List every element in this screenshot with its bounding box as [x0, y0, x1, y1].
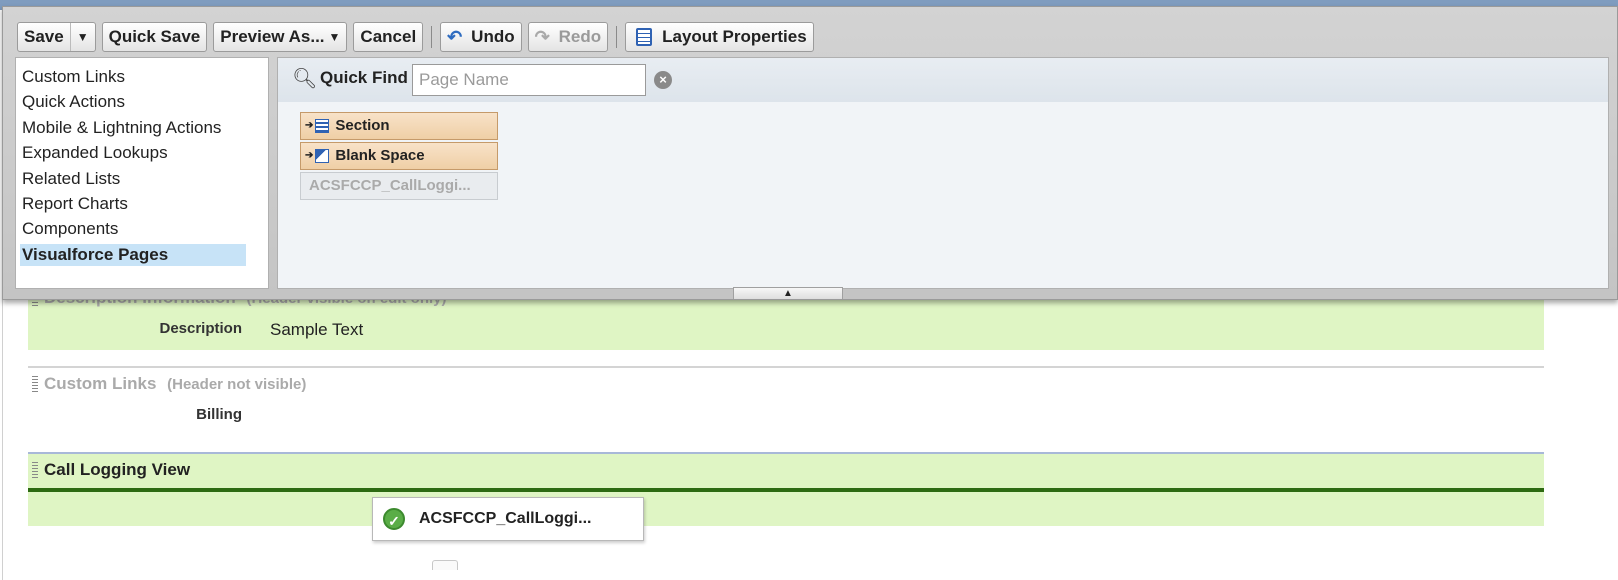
- palette-items-area: 🔍︎ Quick Find × ➔ Section ➔ Blank Space …: [277, 57, 1609, 289]
- palette-item-label: Section: [335, 117, 390, 134]
- undo-label: Undo: [471, 27, 515, 46]
- chevron-down-icon[interactable]: ▼: [71, 30, 95, 44]
- category-visualforce-pages[interactable]: Visualforce Pages: [20, 244, 246, 266]
- preview-as-label: Preview As...: [220, 27, 325, 46]
- section-subtitle: (Header not visible): [167, 376, 307, 393]
- category-related-lists[interactable]: Related Lists: [20, 168, 246, 190]
- category-mobile-lightning-actions[interactable]: Mobile & Lightning Actions: [20, 117, 246, 139]
- palette-item-label: Blank Space: [335, 147, 425, 164]
- search-icon: 🔍︎: [292, 68, 318, 90]
- undo-button[interactable]: ↶ Undo: [440, 22, 522, 52]
- category-custom-links[interactable]: Custom Links: [20, 66, 246, 88]
- quick-find-input[interactable]: [412, 64, 646, 96]
- palette-item-blank-space[interactable]: ➔ Blank Space: [300, 142, 498, 170]
- layout-properties-icon: [636, 28, 653, 46]
- toolbar-separator: [616, 26, 618, 48]
- save-button[interactable]: Save ▼: [17, 22, 96, 52]
- section-divider: [28, 488, 1544, 492]
- section-title: Call Logging View: [44, 460, 191, 479]
- palette-item-section[interactable]: ➔ Section: [300, 112, 498, 140]
- quick-find-label: Quick Find: [320, 68, 408, 87]
- palette-toolbar: Save ▼ Quick Save Preview As... ▼ Cancel…: [17, 20, 820, 54]
- section-call-logging-view[interactable]: Call Logging View: [28, 452, 1544, 526]
- section-title-text: Custom Links: [44, 374, 157, 393]
- redo-icon: ↷: [534, 27, 550, 47]
- field-label-description: Description: [159, 320, 242, 337]
- clear-search-icon[interactable]: ×: [654, 71, 672, 89]
- section-custom-links[interactable]: Custom Links (Header not visible) Billin…: [28, 366, 1544, 448]
- drag-arrow-icon: ➔: [305, 150, 314, 161]
- quick-find-bar: 🔍︎ Quick Find ×: [278, 58, 1608, 102]
- layout-palette: Save ▼ Quick Save Preview As... ▼ Cancel…: [2, 6, 1618, 300]
- collapse-palette-handle[interactable]: ▲: [733, 287, 843, 299]
- category-report-charts[interactable]: Report Charts: [20, 193, 246, 215]
- redo-label: Redo: [558, 27, 602, 46]
- quick-save-button[interactable]: Quick Save: [101, 22, 208, 52]
- category-expanded-lookups[interactable]: Expanded Lookups: [20, 142, 246, 164]
- chevron-down-icon: ▼: [328, 30, 341, 44]
- drag-arrow-icon: ➔: [305, 120, 314, 131]
- canvas-border: [2, 290, 3, 580]
- layout-properties-label: Layout Properties: [662, 27, 807, 46]
- undo-icon: ↶: [447, 27, 463, 47]
- drag-handle-icon[interactable]: [32, 462, 38, 480]
- field-value-description: Sample Text: [270, 320, 364, 339]
- toolbar-separator: [431, 26, 433, 48]
- layout-properties-button[interactable]: Layout Properties: [625, 22, 814, 52]
- visualforce-page-item[interactable]: ✓ ACSFCCP_CallLoggi...: [372, 497, 644, 541]
- palette-item-vf-page: ACSFCCP_CallLoggi...: [300, 172, 498, 200]
- palette-category-list: Custom Links Quick Actions Mobile & Ligh…: [15, 57, 269, 289]
- save-button-label[interactable]: Save: [18, 23, 71, 51]
- field-stub: [432, 560, 458, 570]
- custom-link-billing[interactable]: Billing: [42, 406, 242, 423]
- redo-button[interactable]: ↷ Redo: [527, 22, 609, 52]
- section-title: Custom Links (Header not visible): [44, 374, 306, 394]
- drag-handle-icon[interactable]: [32, 376, 38, 394]
- category-quick-actions[interactable]: Quick Actions: [20, 91, 246, 113]
- preview-as-button[interactable]: Preview As... ▼: [213, 22, 348, 52]
- cancel-button[interactable]: Cancel: [353, 22, 424, 52]
- blank-space-icon: [315, 149, 330, 163]
- section-icon: [315, 119, 330, 133]
- visualforce-page-label: ACSFCCP_CallLoggi...: [419, 510, 592, 527]
- checkmark-icon: ✓: [383, 508, 405, 530]
- category-components[interactable]: Components: [20, 218, 246, 240]
